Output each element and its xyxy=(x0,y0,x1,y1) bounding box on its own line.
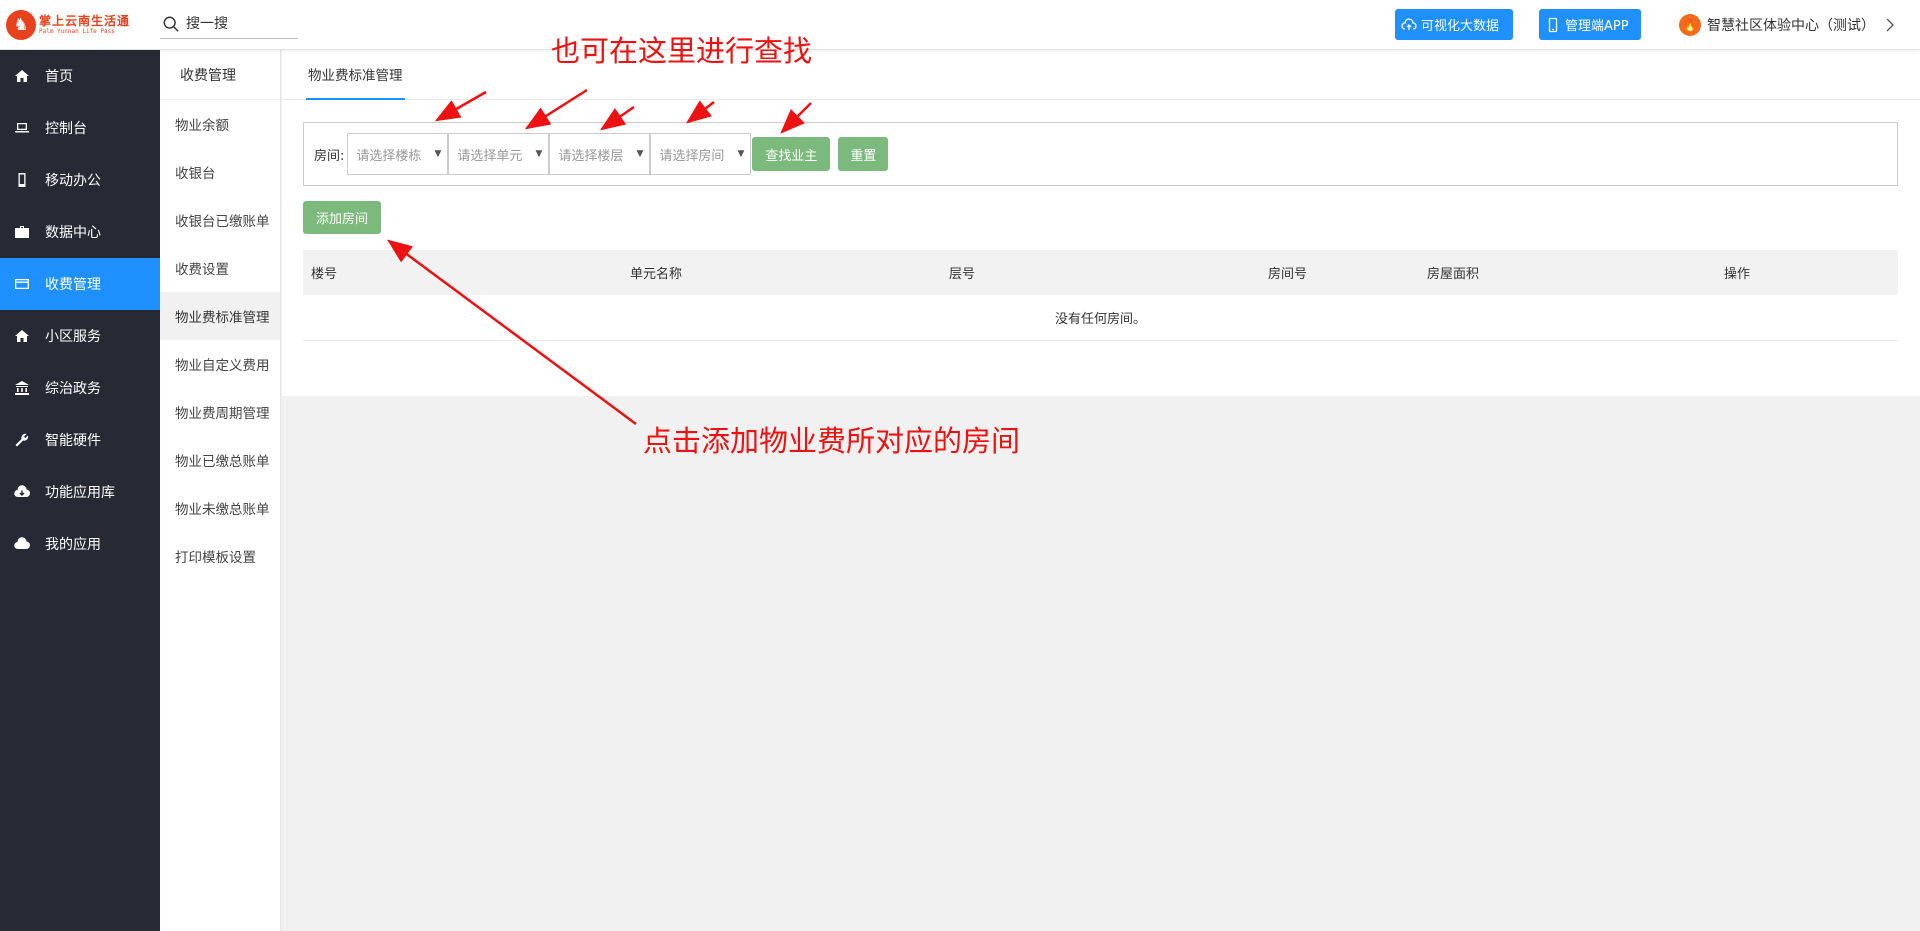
table-header: 楼号 单元名称 层号 房间号 房屋面积 操作 xyxy=(303,250,1898,295)
nav-item-data-center[interactable]: 数据中心 xyxy=(0,206,160,258)
logo-subtitle: Palm Yunnan Life Pass xyxy=(39,28,115,35)
main-sidebar: 首页 控制台 移动办公 数据中心 收费管理 小区服务 综治政务 智能硬件 功能应… xyxy=(0,50,160,931)
bigdata-button[interactable]: 可视化大数据 xyxy=(1395,9,1513,40)
caret-down-icon: ▼ xyxy=(434,149,442,159)
nav-item-home[interactable]: 首页 xyxy=(0,50,160,102)
add-room-button[interactable]: 添加房间 xyxy=(303,201,381,234)
cloud-upload-icon xyxy=(1401,17,1417,30)
laptop-icon xyxy=(15,123,29,133)
nav-item-community-service[interactable]: 小区服务 xyxy=(0,310,160,362)
subnav-item-fee-period[interactable]: 物业费周期管理 xyxy=(160,388,280,436)
cloud-download-icon xyxy=(14,485,30,498)
flame-icon: 🔥 xyxy=(1679,14,1701,36)
find-owner-button[interactable]: 查找业主 xyxy=(752,137,831,171)
floor-select[interactable]: 请选择楼层 ▼ xyxy=(549,133,651,175)
main-panel: 物业费标准管理 房间: 请选择楼栋 ▼ 请选择单元 ▼ 请选择楼层 ▼ 请选择房… xyxy=(282,50,1920,396)
logo-title: 掌上云南生活通 xyxy=(39,14,131,28)
search-icon xyxy=(163,16,179,32)
caret-down-icon: ▼ xyxy=(737,149,745,159)
unit-select[interactable]: 请选择单元 ▼ xyxy=(448,133,550,175)
app-logo[interactable]: ♞ 掌上云南生活通 Palm Yunnan Life Pass xyxy=(6,9,156,41)
credit-card-icon xyxy=(15,279,29,289)
col-building: 楼号 xyxy=(311,267,338,282)
chevron-right-icon xyxy=(1886,18,1894,32)
cloud-icon xyxy=(14,537,30,550)
admin-app-label: 管理端APP xyxy=(1565,19,1629,34)
logo-mark-icon: ♞ xyxy=(6,10,36,40)
caret-down-icon: ▼ xyxy=(535,149,543,159)
sub-sidebar: 收费管理 物业余额 收银台 收银台已缴账单 收费设置 物业费标准管理 物业自定义… xyxy=(160,50,281,931)
subnav-item-balance[interactable]: 物业余额 xyxy=(160,100,280,148)
search-input[interactable] xyxy=(186,15,291,32)
caret-down-icon: ▼ xyxy=(636,149,644,159)
subnav-item-paid-total[interactable]: 物业已缴总账单 xyxy=(160,436,280,484)
subnav-item-cashier[interactable]: 收银台 xyxy=(160,148,280,196)
room-select[interactable]: 请选择房间 ▼ xyxy=(650,133,752,175)
subnav-item-cashier-paid[interactable]: 收银台已缴账单 xyxy=(160,196,280,244)
home-icon xyxy=(15,330,29,342)
subnav-item-print-template[interactable]: 打印模板设置 xyxy=(160,532,280,580)
search-box[interactable] xyxy=(160,9,298,39)
table-empty-message: 没有任何房间。 xyxy=(303,295,1898,341)
phone-icon xyxy=(1548,17,1558,32)
nav-item-governance[interactable]: 综治政务 xyxy=(0,362,160,414)
subnav-item-custom-fee[interactable]: 物业自定义费用 xyxy=(160,340,280,388)
annotation-add-hint: 点击添加物业费所对应的房间 xyxy=(643,424,1021,458)
nav-item-my-apps[interactable]: 我的应用 xyxy=(0,518,160,570)
home-icon xyxy=(15,70,29,82)
room-filter: 房间: 请选择楼栋 ▼ 请选择单元 ▼ 请选择楼层 ▼ 请选择房间 ▼ 查找业主… xyxy=(303,122,1898,186)
subnav-title: 收费管理 xyxy=(160,50,280,100)
mobile-icon xyxy=(18,173,26,187)
wrench-icon xyxy=(15,433,29,447)
nav-item-app-library[interactable]: 功能应用库 xyxy=(0,466,160,518)
nav-item-smart-hardware[interactable]: 智能硬件 xyxy=(0,414,160,466)
subnav-item-fee-settings[interactable]: 收费设置 xyxy=(160,244,280,292)
col-actions: 操作 xyxy=(1724,267,1751,282)
admin-app-button[interactable]: 管理端APP xyxy=(1539,9,1641,40)
subnav-item-fee-standard[interactable]: 物业费标准管理 xyxy=(160,292,280,340)
room-filter-label: 房间: xyxy=(314,148,345,164)
reset-button[interactable]: 重置 xyxy=(838,137,889,171)
nav-item-mobile-office[interactable]: 移动办公 xyxy=(0,154,160,206)
building-select[interactable]: 请选择楼栋 ▼ xyxy=(347,133,449,175)
room-table: 楼号 单元名称 层号 房间号 房屋面积 操作 没有任何房间。 xyxy=(303,250,1898,341)
col-unit-name: 单元名称 xyxy=(630,267,683,282)
bigdata-label: 可视化大数据 xyxy=(1421,19,1500,34)
col-area: 房屋面积 xyxy=(1427,267,1480,282)
nav-item-console[interactable]: 控制台 xyxy=(0,102,160,154)
annotation-search-hint: 也可在这里进行查找 xyxy=(551,34,813,68)
tab-bar: 物业费标准管理 xyxy=(282,50,1920,100)
community-name: 智慧社区体验中心（测试） xyxy=(1707,18,1875,34)
bank-icon xyxy=(15,381,29,395)
briefcase-icon xyxy=(15,226,29,238)
col-room-number: 房间号 xyxy=(1268,267,1308,282)
top-header: ♞ 掌上云南生活通 Palm Yunnan Life Pass 可视化大数据 管… xyxy=(0,0,1920,50)
nav-item-billing[interactable]: 收费管理 xyxy=(0,258,160,310)
community-selector[interactable]: 🔥 智慧社区体验中心（测试） xyxy=(1679,13,1895,37)
subnav-item-unpaid-total[interactable]: 物业未缴总账单 xyxy=(160,484,280,532)
col-floor: 层号 xyxy=(949,267,976,282)
tab-fee-standard[interactable]: 物业费标准管理 xyxy=(306,50,405,100)
